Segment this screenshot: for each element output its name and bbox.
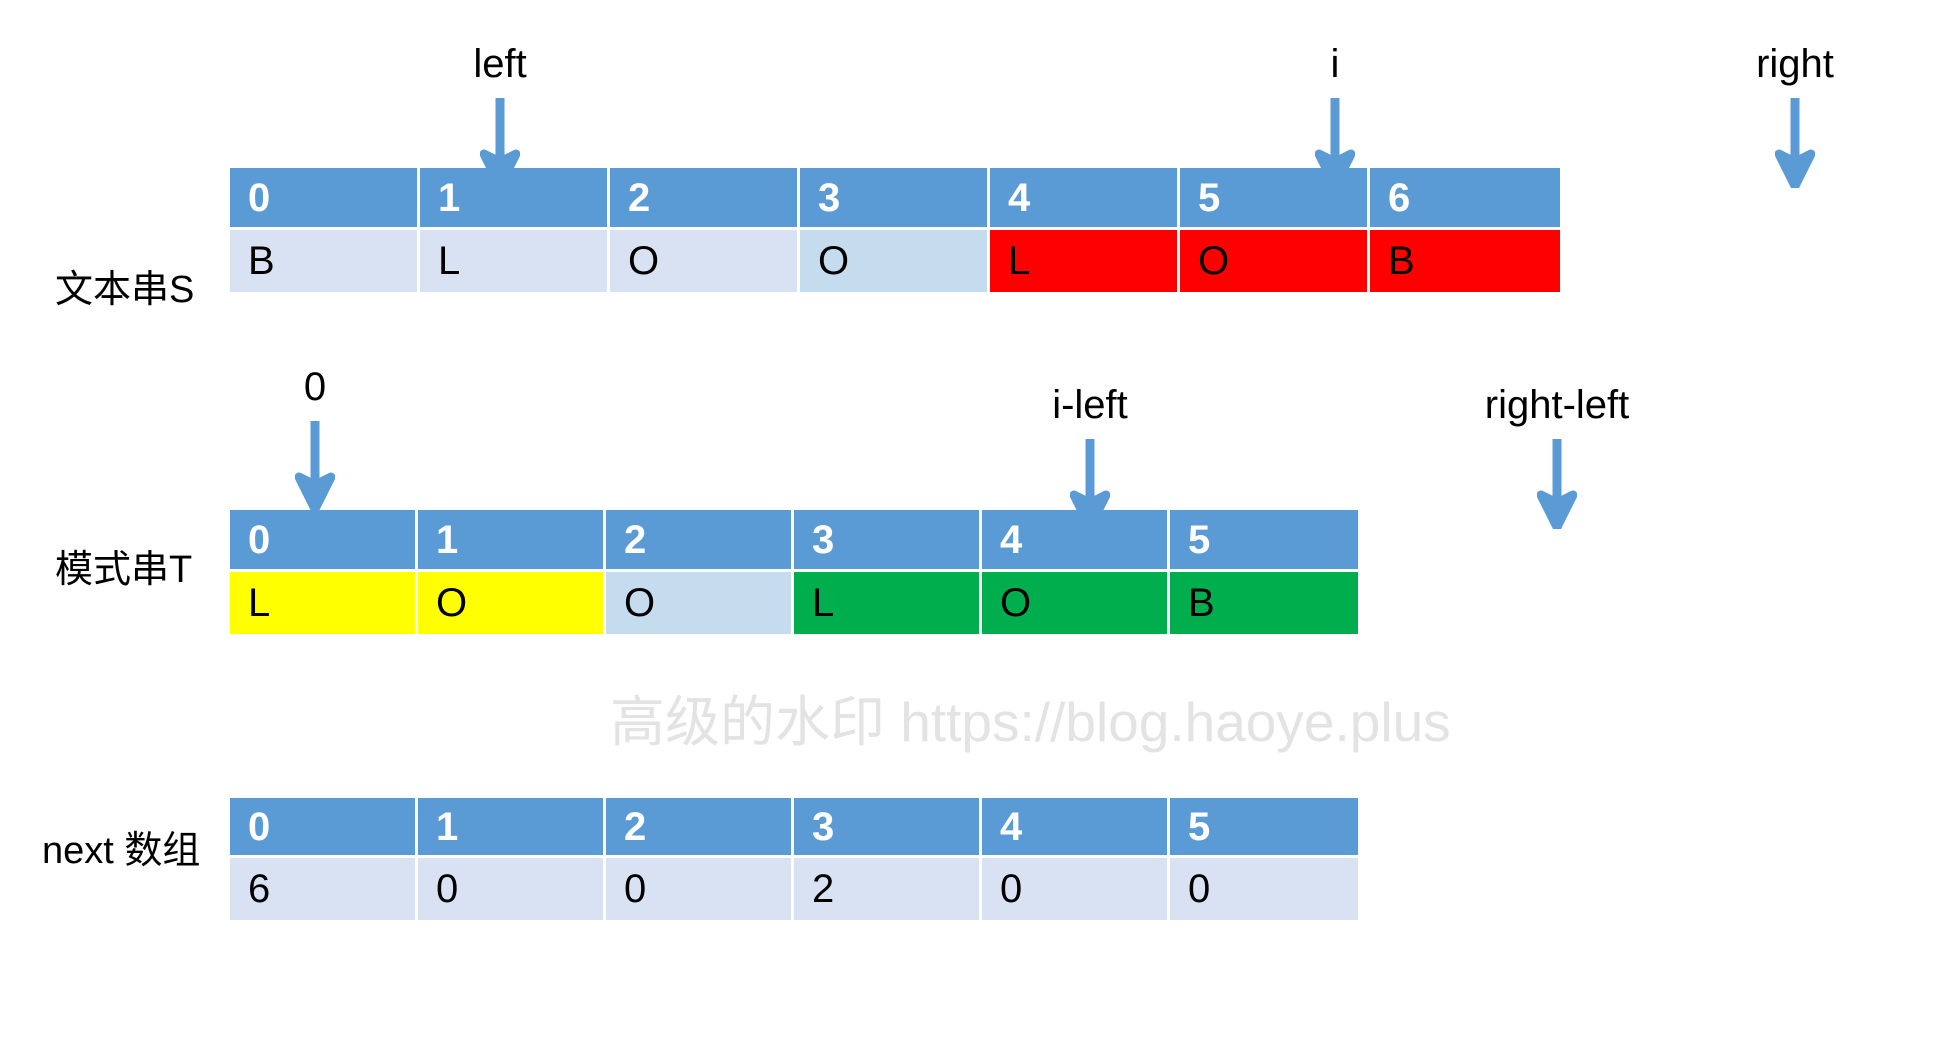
watermark-text: 高级的水印 https://blog.haoye.plus (610, 691, 1451, 753)
table-cell-index: 3 (800, 168, 990, 230)
diagram-canvas: left i right 文本串S 0 1 2 3 4 5 6 B L O O … (0, 0, 1950, 1046)
table-cell-index: 0 (230, 168, 420, 230)
table-cell-char-suffix: O (982, 572, 1170, 634)
table-cell-index: 3 (794, 798, 982, 858)
table-cell-index: 5 (1170, 510, 1358, 572)
table-cell-index: 4 (990, 168, 1180, 230)
table-cell-index: 4 (982, 510, 1170, 572)
table-cell-index: 2 (610, 168, 800, 230)
table-cell-char: L (420, 230, 610, 292)
label-pattern-string: 模式串T (55, 549, 193, 591)
table-cell-char: O (606, 572, 794, 634)
text-string-index-row: 0 1 2 3 4 5 6 (230, 168, 1560, 230)
pointer-left-label: left (473, 42, 527, 86)
table-cell-char: O (800, 230, 990, 292)
table-cell-index: 2 (606, 510, 794, 572)
down-arrow-icon (1536, 439, 1578, 532)
table-cell-value: 0 (606, 858, 794, 920)
table-cell-index: 3 (794, 510, 982, 572)
table-cell-index: 1 (418, 510, 606, 572)
table-cell-char-suffix: L (794, 572, 982, 634)
pattern-string-char-row: L O O L O B (230, 572, 1360, 634)
table-cell-index: 5 (1180, 168, 1370, 230)
pointer-right-label: right (1756, 42, 1834, 86)
down-arrow-icon (294, 421, 336, 514)
table-cell-index: 0 (230, 510, 418, 572)
table-cell-char: O (610, 230, 800, 292)
table-cell-index: 0 (230, 798, 418, 858)
table-cell-char-prefix: O (418, 572, 606, 634)
table-cell-index: 4 (982, 798, 1170, 858)
pointer-right-minus-left-label: right-left (1484, 383, 1630, 427)
next-array-value-row: 6 0 0 2 0 0 (230, 858, 1360, 920)
label-next-array: next 数组 (42, 830, 201, 872)
table-cell-value: 2 (794, 858, 982, 920)
table-cell-value: 0 (982, 858, 1170, 920)
table-cell-index: 6 (1370, 168, 1560, 230)
pointer-zero-label: 0 (303, 365, 327, 409)
pointer-i-minus-left-label: i-left (1052, 383, 1128, 427)
pattern-string-index-row: 0 1 2 3 4 5 (230, 510, 1360, 572)
pointer-i-label: i (1330, 42, 1340, 86)
pattern-string-table: 0 1 2 3 4 5 L O O L O B (230, 510, 1360, 634)
label-text-string: 文本串S (55, 269, 195, 311)
table-cell-char-suffix: B (1170, 572, 1358, 634)
down-arrow-icon (1774, 98, 1816, 191)
pointer-right-arrow (1774, 98, 1816, 193)
pointer-zero-arrow (294, 421, 336, 516)
text-string-table: 0 1 2 3 4 5 6 B L O O L O B (230, 168, 1560, 292)
table-cell-index: 1 (420, 168, 610, 230)
table-cell-value: 0 (418, 858, 606, 920)
table-cell-value: 6 (230, 858, 418, 920)
table-cell-char: B (230, 230, 420, 292)
table-cell-char-highlight: B (1370, 230, 1560, 292)
next-array-index-row: 0 1 2 3 4 5 (230, 798, 1360, 858)
table-cell-index: 1 (418, 798, 606, 858)
text-string-char-row: B L O O L O B (230, 230, 1560, 292)
table-cell-char-highlight: O (1180, 230, 1370, 292)
next-array-table: 0 1 2 3 4 5 6 0 0 2 0 0 (230, 798, 1360, 920)
table-cell-char-prefix: L (230, 572, 418, 634)
table-cell-index: 5 (1170, 798, 1358, 858)
pointer-right-minus-left-arrow (1536, 439, 1578, 534)
table-cell-value: 0 (1170, 858, 1358, 920)
table-cell-index: 2 (606, 798, 794, 858)
table-cell-char-highlight: L (990, 230, 1180, 292)
